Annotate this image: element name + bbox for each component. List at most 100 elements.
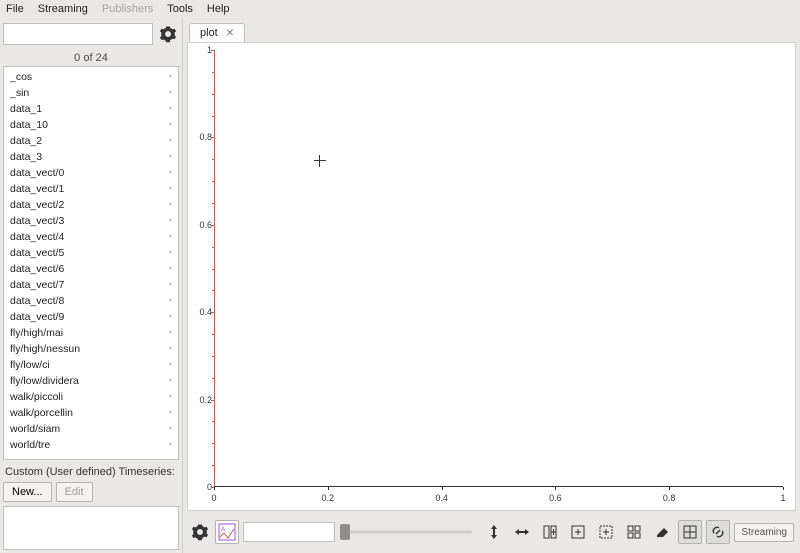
- swap-layout-button[interactable]: [622, 520, 646, 544]
- ytick-minor: [212, 181, 214, 182]
- ytick-minor: [212, 203, 214, 204]
- series-name: data_vect/1: [10, 182, 64, 196]
- list-item[interactable]: data_vect/8-: [4, 293, 178, 309]
- menubar: File Streaming Publishers Tools Help: [0, 0, 800, 18]
- list-item[interactable]: fly/high/mai-: [4, 325, 178, 341]
- grid-button[interactable]: [678, 520, 702, 544]
- plot-container[interactable]: 00.20.40.60.81 00.20.40.60.81: [187, 43, 796, 511]
- list-item[interactable]: data_vect/5-: [4, 245, 178, 261]
- list-item[interactable]: data_10-: [4, 117, 178, 133]
- custom-buttons-row: New... Edit: [3, 482, 179, 502]
- ytick-minor: [212, 465, 214, 466]
- menu-streaming[interactable]: Streaming: [38, 3, 88, 15]
- link-icon: [710, 524, 726, 540]
- legend-toggle-button[interactable]: A: [215, 520, 239, 544]
- new-button[interactable]: New...: [3, 482, 52, 502]
- plot-area[interactable]: 00.20.40.60.81: [214, 50, 783, 487]
- list-item[interactable]: _cos-: [4, 69, 178, 85]
- xtick-mark: [555, 487, 556, 490]
- series-name: walk/porcellin: [10, 406, 73, 420]
- series-value: -: [169, 102, 172, 116]
- axis-x-line: [214, 486, 783, 487]
- series-value: -: [169, 214, 172, 228]
- series-name: data_3: [10, 150, 42, 164]
- tool-icons: [482, 520, 730, 544]
- search-input[interactable]: [3, 23, 153, 45]
- add-row-button[interactable]: [566, 520, 590, 544]
- main-row: 0 of 24 _cos-_sin-data_1-data_10-data_2-…: [0, 18, 800, 553]
- series-value: -: [169, 86, 172, 100]
- list-item[interactable]: data_vect/6-: [4, 261, 178, 277]
- ytick-minor: [212, 159, 214, 160]
- add-row-icon: [570, 524, 586, 540]
- remove-button[interactable]: [650, 520, 674, 544]
- ytick-minor: [212, 356, 214, 357]
- series-name: data_vect/9: [10, 310, 64, 324]
- custom-timeseries-list[interactable]: [3, 506, 179, 550]
- add-panel-button[interactable]: [594, 520, 618, 544]
- arrows-horizontal-icon: [514, 524, 530, 540]
- series-name: data_2: [10, 134, 42, 148]
- list-item[interactable]: data_2-: [4, 133, 178, 149]
- list-item[interactable]: data_vect/2-: [4, 197, 178, 213]
- series-list[interactable]: _cos-_sin-data_1-data_10-data_2-data_3-d…: [3, 66, 179, 460]
- ytick-mark: [211, 312, 214, 313]
- list-item[interactable]: data_vect/3-: [4, 213, 178, 229]
- zoom-horizontal-button[interactable]: [510, 520, 534, 544]
- add-panel-icon: [598, 524, 614, 540]
- series-value: -: [169, 198, 172, 212]
- list-item[interactable]: data_vect/0-: [4, 165, 178, 181]
- settings-button[interactable]: [157, 23, 179, 45]
- svg-text:A: A: [221, 527, 225, 533]
- bottom-settings-button[interactable]: [189, 521, 211, 543]
- axis-y-line: [214, 50, 215, 487]
- list-item[interactable]: walk/piccoli-: [4, 389, 178, 405]
- list-item[interactable]: world/tre-: [4, 437, 178, 453]
- series-value: -: [169, 438, 172, 452]
- series-name: fly/low/ci: [10, 358, 50, 372]
- menu-tools[interactable]: Tools: [167, 3, 193, 15]
- xtick-label: 0: [211, 493, 216, 503]
- menu-help[interactable]: Help: [207, 3, 230, 15]
- xtick-mark: [669, 487, 670, 490]
- menu-file[interactable]: File: [6, 3, 24, 15]
- series-value: -: [169, 422, 172, 436]
- ytick-mark: [211, 400, 214, 401]
- series-name: data_vect/7: [10, 278, 64, 292]
- menu-publishers[interactable]: Publishers: [102, 3, 153, 15]
- add-column-button[interactable]: [538, 520, 562, 544]
- streaming-status[interactable]: Streaming: [734, 523, 794, 542]
- link-button[interactable]: [706, 520, 730, 544]
- ytick-minor: [212, 94, 214, 95]
- series-value: -: [169, 166, 172, 180]
- xtick-mark: [442, 487, 443, 490]
- xtick-mark: [783, 487, 784, 490]
- list-item[interactable]: data_3-: [4, 149, 178, 165]
- list-item[interactable]: data_vect/7 -: [4, 277, 178, 293]
- list-item[interactable]: data_vect/1-: [4, 181, 178, 197]
- list-item[interactable]: data_vect/4-: [4, 229, 178, 245]
- list-item[interactable]: fly/low/dividera -: [4, 373, 178, 389]
- series-value: -: [169, 374, 172, 388]
- time-slider[interactable]: [345, 522, 472, 542]
- list-item[interactable]: walk/porcellin-: [4, 405, 178, 421]
- series-name: fly/low/dividera: [10, 374, 79, 388]
- plot-axes: [214, 50, 783, 487]
- list-item[interactable]: data_vect/9-: [4, 309, 178, 325]
- tab-plot[interactable]: plot ✕: [189, 23, 245, 42]
- grid-icon: [682, 524, 698, 540]
- list-item[interactable]: fly/high/nessun-: [4, 341, 178, 357]
- list-item[interactable]: data_1-: [4, 101, 178, 117]
- series-value: -: [169, 278, 172, 292]
- time-input[interactable]: [243, 522, 335, 542]
- slider-thumb[interactable]: [340, 524, 350, 540]
- list-item[interactable]: world/siam-: [4, 421, 178, 437]
- bottom-toolbar: A: [187, 515, 796, 549]
- series-value: -: [169, 390, 172, 404]
- zoom-vertical-button[interactable]: [482, 520, 506, 544]
- series-value: -: [169, 326, 172, 340]
- close-icon[interactable]: ✕: [226, 28, 234, 39]
- list-item[interactable]: fly/low/ci-: [4, 357, 178, 373]
- ytick-minor: [212, 247, 214, 248]
- list-item[interactable]: _sin-: [4, 85, 178, 101]
